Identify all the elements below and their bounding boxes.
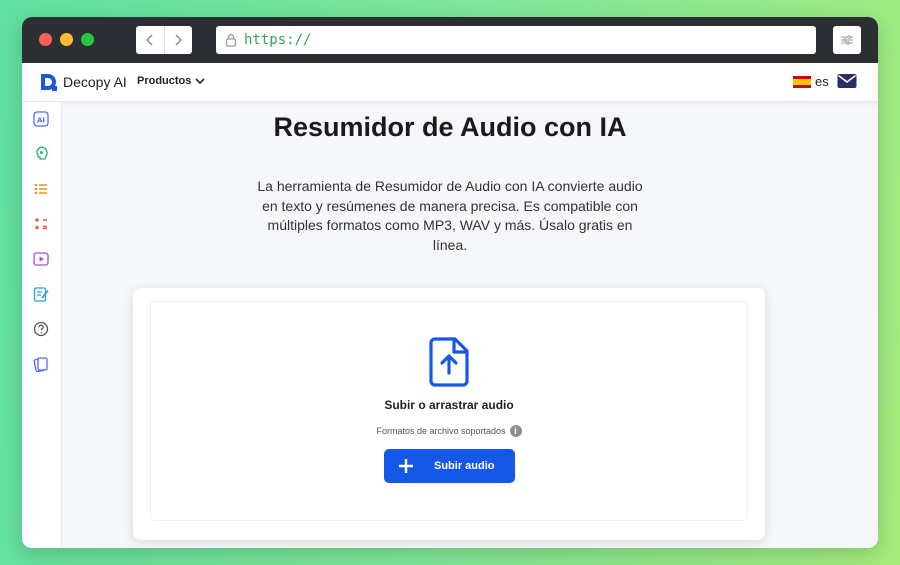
lock-icon — [225, 34, 237, 47]
browser-window: https:// Decopy AI Productos es AI Resum… — [22, 17, 878, 548]
brand-name: Decopy AI — [63, 74, 127, 90]
svg-text:AI: AI — [37, 117, 45, 125]
help-icon[interactable] — [32, 320, 50, 338]
edit-icon[interactable] — [32, 285, 50, 303]
list-icon[interactable] — [32, 180, 50, 198]
history-nav — [136, 26, 192, 54]
browser-settings-button[interactable] — [833, 26, 861, 54]
chevron-left-icon — [145, 34, 153, 46]
spain-flag-icon — [793, 75, 811, 88]
chevron-right-icon — [175, 34, 183, 46]
site-header: Decopy AI Productos es — [22, 63, 878, 102]
address-text: https:// — [244, 32, 312, 48]
page-description: La herramienta de Resumidor de Audio con… — [257, 178, 643, 253]
products-menu[interactable]: Productos — [137, 75, 205, 87]
mail-icon[interactable] — [837, 73, 857, 89]
dropzone-title: Subir o arrastrar audio — [384, 398, 514, 412]
supported-formats[interactable]: Formatos de archivo soportados i — [151, 425, 747, 437]
back-button[interactable] — [136, 26, 165, 54]
info-icon[interactable]: i — [509, 425, 522, 437]
upload-audio-button[interactable]: Subir audio — [384, 449, 515, 483]
sliders-icon — [841, 35, 853, 45]
main-content: Resumidor de Audio con IA La herramienta… — [62, 102, 878, 548]
chevron-down-icon — [195, 77, 205, 84]
brand-link[interactable]: Decopy AI — [39, 72, 127, 92]
products-label: Productos — [137, 75, 192, 87]
minimize-window-button[interactable] — [60, 33, 73, 46]
video-icon[interactable] — [32, 250, 50, 268]
forward-button[interactable] — [165, 26, 193, 54]
page-title: Resumidor de Audio con IA — [273, 112, 627, 142]
file-upload-icon — [429, 337, 469, 387]
language-selector[interactable]: es — [793, 74, 829, 89]
upload-audio-label: Subir audio — [434, 460, 495, 472]
ai-icon[interactable]: AI — [32, 110, 50, 128]
address-bar[interactable]: https:// — [216, 26, 816, 54]
close-window-button[interactable] — [39, 33, 52, 46]
maximize-window-button[interactable] — [81, 33, 94, 46]
calculator-icon[interactable] — [32, 215, 50, 233]
plus-icon — [399, 459, 413, 473]
supported-formats-label: Formatos de archivo soportados — [376, 426, 506, 436]
language-code: es — [815, 74, 829, 89]
audio-dropzone[interactable]: Subir o arrastrar audio Formatos de arch… — [150, 301, 748, 521]
upload-card: Subir o arrastrar audio Formatos de arch… — [133, 288, 765, 540]
decopy-logo-icon — [41, 74, 57, 91]
speech-icon[interactable] — [32, 145, 50, 163]
browser-titlebar: https:// — [22, 17, 878, 63]
tools-sidebar: AI — [22, 102, 62, 548]
cards-icon[interactable] — [32, 355, 50, 373]
